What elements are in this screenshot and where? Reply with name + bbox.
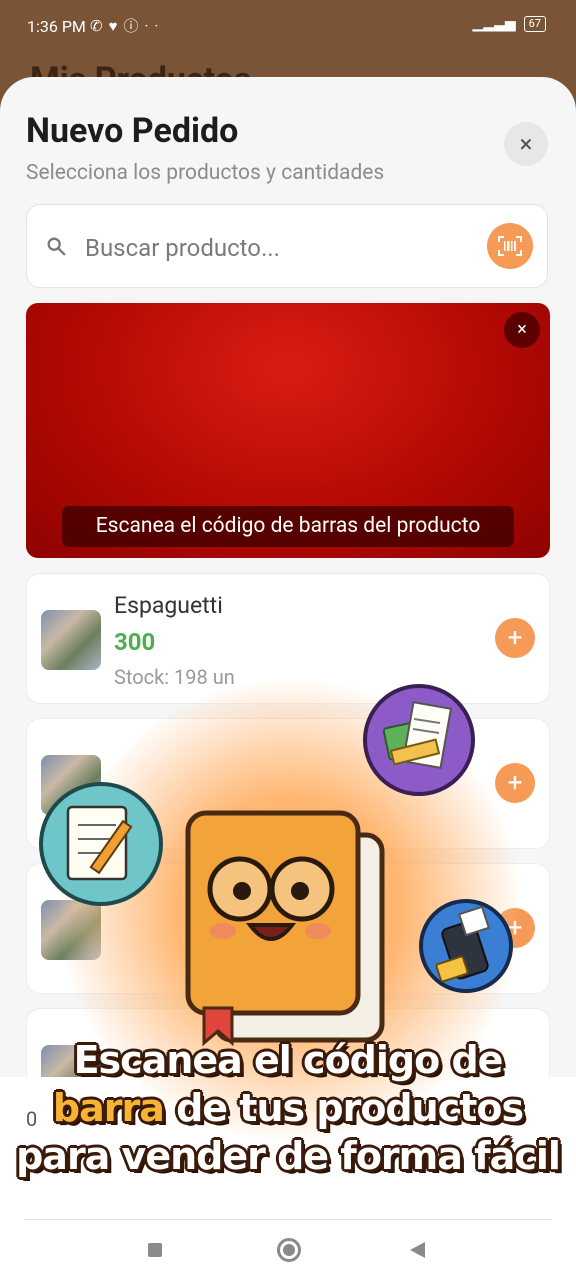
close-sheet-button[interactable]: × <box>504 122 548 166</box>
recent-apps-icon[interactable] <box>148 1243 162 1257</box>
product-card: + <box>26 718 550 849</box>
signal-icon: ▁▂▃▅ <box>472 16 516 32</box>
add-product-button[interactable]: + <box>495 618 535 658</box>
add-product-button[interactable]: + <box>495 908 535 948</box>
product-card: Espaguetti 300 Stock: 198 un + <box>26 573 550 704</box>
sheet-title: Nuevo Pedido <box>26 111 239 151</box>
close-icon: × <box>517 319 527 340</box>
battery-icon: 67 <box>523 16 546 32</box>
new-order-sheet: Nuevo Pedido Selecciona los productos y … <box>0 77 576 1280</box>
add-product-button[interactable]: + <box>495 763 535 803</box>
home-icon[interactable] <box>277 1238 301 1262</box>
scanner-instruction: Escanea el código de barras del producto <box>62 506 514 547</box>
search-icon <box>47 237 66 256</box>
order-summary-bar: 0 <box>0 1077 576 1280</box>
back-icon[interactable] <box>410 1242 425 1258</box>
product-image <box>41 900 101 960</box>
plus-icon: + <box>507 768 523 798</box>
product-name: Espaguetti <box>114 592 223 619</box>
plus-icon: + <box>507 913 523 943</box>
product-price: 300 <box>114 628 156 656</box>
status-bar: 1:36 PM ✆♥ⓘ·· ▁▂▃▅ 67 <box>0 0 576 52</box>
product-image <box>41 610 101 670</box>
product-stock: Stock: 198 un <box>114 665 235 689</box>
barcode-scan-button[interactable] <box>487 223 533 269</box>
search-bar <box>26 204 548 288</box>
product-image <box>41 755 101 815</box>
search-input[interactable] <box>83 227 467 269</box>
nav-divider <box>24 1219 552 1220</box>
barcode-icon <box>498 236 522 256</box>
system-indicators: ▁▂▃▅ 67 <box>473 16 546 32</box>
selected-count: 0 <box>26 1107 38 1131</box>
close-icon: × <box>519 130 533 158</box>
product-card: + <box>26 863 550 994</box>
status-time: 1:36 PM <box>27 17 86 36</box>
sheet-subtitle: Selecciona los productos y cantidades <box>26 161 385 185</box>
plus-icon: + <box>507 623 523 653</box>
close-scanner-button[interactable]: × <box>504 312 540 348</box>
notification-icons: ✆♥ⓘ·· <box>90 17 165 35</box>
barcode-camera-preview: × Escanea el código de barras del produc… <box>26 303 550 558</box>
